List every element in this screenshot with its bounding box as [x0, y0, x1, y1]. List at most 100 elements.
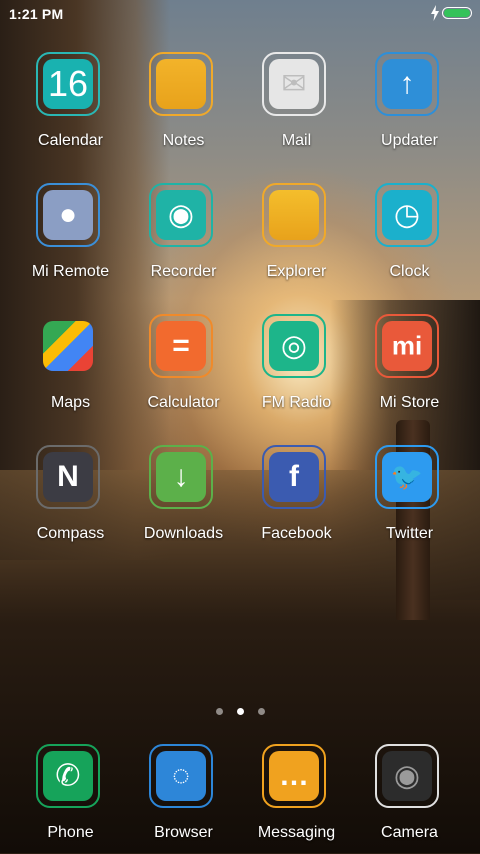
messaging-glyph: …	[279, 759, 309, 792]
remote-icon: ●	[36, 183, 100, 247]
app-recorder[interactable]: ◉ Recorder	[127, 181, 240, 293]
status-time: 1:21 PM	[9, 6, 64, 22]
status-bar: 1:21 PM	[0, 0, 480, 28]
mi-store-icon: mi	[375, 314, 439, 378]
recorder-icon-fill: ◉	[156, 190, 206, 240]
explorer-icon-fill	[269, 190, 319, 240]
app-label: Compass	[36, 525, 105, 542]
app-notes[interactable]: Notes	[127, 50, 240, 162]
facebook-glyph: f	[289, 460, 299, 493]
app-label: Facebook	[261, 525, 332, 542]
fm-radio-glyph: ◎	[280, 329, 308, 363]
page-dot[interactable]	[257, 708, 265, 715]
browser-icon: ◌	[149, 744, 213, 808]
phone-icon-fill: ✆	[43, 751, 93, 801]
app-label: Mi Store	[379, 394, 440, 411]
downloads-glyph: ↓	[173, 460, 189, 493]
app-mi-store[interactable]: mi Mi Store	[353, 312, 466, 424]
app-label: Mail	[281, 132, 312, 149]
app-clock[interactable]: ◷ Clock	[353, 181, 466, 293]
mail-glyph: ✉	[281, 67, 307, 101]
calendar-icon: 16	[36, 52, 100, 116]
app-label: Messaging	[257, 824, 336, 841]
app-updater[interactable]: ↑ Updater	[353, 50, 466, 162]
app-label: Phone	[47, 824, 94, 841]
radio-icon: ◎	[262, 314, 326, 378]
mi-store-icon-fill: mi	[382, 321, 432, 371]
app-phone[interactable]: ✆ Phone	[14, 742, 127, 854]
calculator-glyph: =	[172, 329, 190, 362]
app-label: Mi Remote	[31, 263, 110, 280]
app-label: Recorder	[150, 263, 217, 280]
arrow-up-icon: ↑	[375, 52, 439, 116]
page-indicator	[0, 702, 480, 720]
mi-remote-icon-fill: ●	[43, 190, 93, 240]
calendar-icon-fill: 16	[43, 59, 93, 109]
camera-icon-fill: ◉	[382, 751, 432, 801]
app-label: Browser	[154, 824, 213, 841]
download-icon: ↓	[149, 445, 213, 509]
app-calendar[interactable]: 16 Calendar	[14, 50, 127, 162]
charging-icon	[431, 5, 439, 21]
messaging-icon-fill: …	[269, 751, 319, 801]
browser-glyph: ◌	[172, 759, 190, 792]
app-compass[interactable]: N Compass	[14, 443, 127, 555]
app-fm-radio[interactable]: ◎ FM Radio	[240, 312, 353, 424]
record-icon: ◉	[149, 183, 213, 247]
clock-icon: ◷	[375, 183, 439, 247]
app-label: Explorer	[266, 263, 327, 280]
phone-icon: ✆	[36, 744, 100, 808]
battery-icon	[442, 7, 472, 19]
calculator-icon-fill: =	[156, 321, 206, 371]
mi-remote-glyph: ●	[58, 198, 78, 231]
app-label: Calendar	[38, 132, 103, 149]
app-label: Downloads	[143, 525, 224, 542]
app-messaging[interactable]: … Messaging	[240, 742, 353, 854]
app-label: Twitter	[385, 525, 434, 542]
app-downloads[interactable]: ↓ Downloads	[127, 443, 240, 555]
app-label: FM Radio	[261, 394, 332, 411]
fm-radio-icon-fill: ◎	[269, 321, 319, 371]
twitter-icon-fill: 🐦	[382, 452, 432, 502]
app-label: Clock	[389, 263, 430, 280]
mail-icon-fill: ✉	[269, 59, 319, 109]
app-maps[interactable]: Maps	[14, 312, 127, 424]
app-facebook[interactable]: f Facebook	[240, 443, 353, 555]
dock: ✆ Phone ◌ Browser … Messaging ◉ Camera	[14, 742, 466, 853]
app-mail[interactable]: ✉ Mail	[240, 50, 353, 162]
notes-icon-fill	[156, 59, 206, 109]
page-dot[interactable]	[215, 708, 223, 715]
phone-glyph: ✆	[55, 759, 81, 793]
downloads-icon-fill: ↓	[156, 452, 206, 502]
app-explorer[interactable]: Explorer	[240, 181, 353, 293]
mi-store-glyph: mi	[391, 330, 423, 361]
maps-icon	[36, 314, 100, 378]
app-mi-remote[interactable]: ● Mi Remote	[14, 181, 127, 293]
clock-icon-fill: ◷	[382, 190, 432, 240]
camera-glyph: ◉	[393, 759, 421, 793]
message-icon: …	[262, 744, 326, 808]
app-label: Updater	[381, 132, 438, 149]
recorder-glyph: ◉	[167, 198, 195, 232]
twitter-glyph: 🐦	[390, 461, 424, 492]
compass-icon-fill: N	[43, 452, 93, 502]
browser-icon-fill: ◌	[156, 751, 206, 801]
twitter-icon: 🐦	[375, 445, 439, 509]
app-label: Notes	[162, 132, 205, 149]
app-browser[interactable]: ◌ Browser	[127, 742, 240, 854]
app-label: Camera	[381, 824, 438, 841]
clock-glyph: ◷	[393, 198, 421, 232]
app-twitter[interactable]: 🐦 Twitter	[353, 443, 466, 555]
battery-level	[444, 9, 470, 17]
app-calculator[interactable]: = Calculator	[127, 312, 240, 424]
page-dot[interactable]	[236, 708, 244, 715]
calendar-glyph: 16	[47, 63, 89, 104]
app-label: Calculator	[147, 394, 220, 411]
camera-icon: ◉	[375, 744, 439, 808]
compass-icon: N	[36, 445, 100, 509]
notes-icon	[149, 52, 213, 116]
calculator-icon: =	[149, 314, 213, 378]
app-camera[interactable]: ◉ Camera	[353, 742, 466, 854]
facebook-icon-fill: f	[269, 452, 319, 502]
mail-icon: ✉	[262, 52, 326, 116]
